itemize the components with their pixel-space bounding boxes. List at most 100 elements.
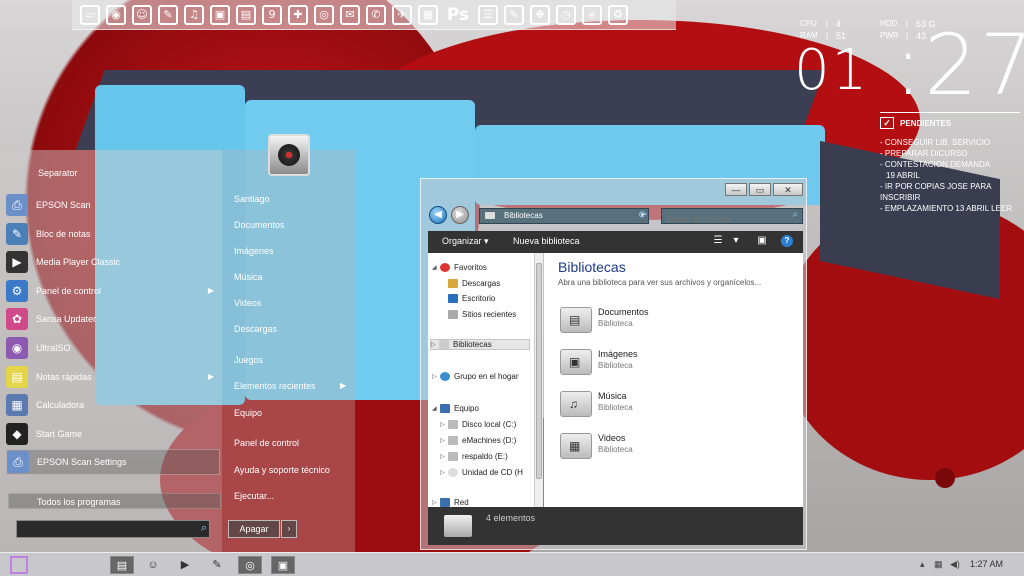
- help-icon[interactable]: ?: [781, 235, 793, 247]
- search-icon[interactable]: ⌕: [201, 522, 207, 535]
- wallpaper-red-dot: [524, 44, 544, 64]
- tray-clock[interactable]: 1:27 AM: [970, 559, 1003, 569]
- mail-icon[interactable]: ✉: [340, 4, 360, 25]
- start-link-panel-de-control[interactable]: Panel de control: [234, 438, 299, 448]
- page-title: Bibliotecas: [558, 259, 626, 275]
- disk-icon[interactable]: ◉: [106, 4, 126, 25]
- nav-disk-e[interactable]: ▷ respaldo (E:): [440, 452, 508, 461]
- sansa-icon: ✿: [6, 308, 28, 331]
- picture-icon[interactable]: ▣: [210, 4, 230, 25]
- phone-icon[interactable]: ✆: [366, 4, 386, 25]
- forward-arrow-icon[interactable]: ▶: [451, 206, 469, 224]
- play-icon[interactable]: ▶: [173, 556, 197, 574]
- start-link-imagenes[interactable]: Imágenes: [234, 246, 274, 256]
- start-link-ayuda-y-soporte-tecnico[interactable]: Ayuda y soporte técnico: [234, 465, 330, 475]
- nav-favorites[interactable]: ◢ Favoritos: [432, 263, 487, 272]
- program-ultraiso[interactable]: ◉ UltraISO: [6, 335, 220, 361]
- program-epson-scan-settings[interactable]: ⎙ EPSON Scan Settings: [6, 449, 220, 476]
- scanner-settings-icon: ⎙: [7, 451, 29, 474]
- start-link-videos[interactable]: Videos: [234, 298, 261, 308]
- user-card-icon[interactable]: ☺: [132, 4, 152, 25]
- photoshop-icon[interactable]: Ps: [444, 5, 472, 25]
- library-item-imagenes[interactable]: ▣ Imágenes Biblioteca: [560, 349, 638, 375]
- gamepad-icon[interactable]: ✥: [530, 4, 550, 25]
- library-item-videos[interactable]: ▦ Videos Biblioteca: [560, 433, 633, 459]
- nav-downloads[interactable]: Descargas: [448, 279, 500, 288]
- start-link-ejecutar[interactable]: Ejecutar...: [234, 491, 274, 501]
- digit-nine-icon[interactable]: 9: [262, 4, 282, 25]
- chrome-icon[interactable]: ◎: [238, 556, 262, 574]
- refresh-icon[interactable]: ⟳: [635, 208, 651, 224]
- program-start-game[interactable]: ◆ Start Game: [6, 421, 220, 447]
- program-calculadora[interactable]: ▦ Calculadora: [6, 392, 220, 418]
- chevron-down-icon[interactable]: ▾: [730, 235, 742, 247]
- computer-icon: [440, 404, 450, 413]
- network-tray-icon[interactable]: ▦: [934, 559, 943, 570]
- feather-icon[interactable]: ✎: [205, 556, 229, 574]
- program-bloc-de-notas[interactable]: ✎ Bloc de notas: [6, 221, 220, 247]
- recycle-bin-icon[interactable]: ♻: [608, 4, 628, 25]
- volume-icon[interactable]: ◀): [950, 559, 960, 570]
- text-doc-icon[interactable]: ☰: [478, 4, 498, 25]
- people-icon[interactable]: ☺: [141, 556, 165, 574]
- browser-icon[interactable]: ℯ: [582, 4, 602, 25]
- address-bar[interactable]: Bibliotecas ▾: [479, 208, 649, 224]
- chevron-up-icon[interactable]: ▴: [920, 559, 925, 570]
- lifebuoy-icon[interactable]: ◎: [314, 4, 334, 25]
- program-notas-r-pidas[interactable]: ▤ Notas rápidas ▶: [6, 364, 220, 390]
- scrollbar-thumb[interactable]: [536, 263, 542, 479]
- start-link-santiago[interactable]: Santiago: [234, 194, 270, 204]
- calculator-icon[interactable]: ▦: [418, 4, 438, 25]
- start-link-musica[interactable]: Música: [234, 272, 263, 282]
- start-link-descargas[interactable]: Descargas: [234, 324, 277, 334]
- program-panel-de-control[interactable]: ⚙ Panel de control ▶: [6, 278, 220, 304]
- folder-icon[interactable]: ▤: [110, 556, 134, 574]
- notes-icon[interactable]: ✎: [158, 4, 178, 25]
- view-options-icon[interactable]: ☰: [712, 235, 724, 247]
- nav-homegroup[interactable]: ▷ Grupo en el hogar: [432, 372, 519, 381]
- preview-pane-icon[interactable]: ▣: [756, 235, 768, 247]
- nav-disk-c[interactable]: ▷ Disco local (C:): [440, 420, 516, 429]
- document-icon[interactable]: ▤: [236, 4, 256, 25]
- minimize-button[interactable]: —: [725, 183, 747, 196]
- program-epson-scan[interactable]: ⎙ EPSON Scan: [6, 192, 220, 218]
- clock-icon[interactable]: ◷: [556, 4, 576, 25]
- laptop-icon[interactable]: ▭: [80, 4, 100, 25]
- nav-desktop[interactable]: Escritorio: [448, 294, 495, 303]
- vertical-scrollbar[interactable]: [534, 253, 543, 507]
- back-arrow-icon[interactable]: ◀: [429, 206, 447, 224]
- start-link-elementos-recientes[interactable]: Elementos recientes ▶: [234, 381, 346, 391]
- library-item-documentos[interactable]: ▤ Documentos Biblioteca: [560, 307, 649, 333]
- user-avatar[interactable]: [268, 134, 310, 176]
- program-sansa-updater[interactable]: ✿ Sansa Updater: [6, 306, 220, 332]
- start-link-juegos[interactable]: Juegos: [234, 355, 263, 365]
- close-button[interactable]: ✕: [773, 183, 803, 196]
- start-search-input[interactable]: [17, 523, 191, 539]
- nav-network[interactable]: ▷ Red: [432, 498, 469, 507]
- program-label: Sansa Updater: [36, 314, 97, 325]
- pencil-icon[interactable]: ✎: [504, 4, 524, 25]
- maximize-button[interactable]: ▭: [749, 183, 771, 196]
- nav-computer[interactable]: ◢ Equipo: [432, 404, 479, 413]
- nav-libraries[interactable]: ▷ Bibliotecas: [430, 339, 530, 350]
- search-icon[interactable]: ⌕: [792, 209, 798, 220]
- program-label: Bloc de notas: [36, 228, 91, 239]
- gift-icon[interactable]: ✚: [288, 4, 308, 25]
- start-link-equipo[interactable]: Equipo: [234, 408, 262, 418]
- new-library-button[interactable]: Nueva biblioteca: [513, 236, 580, 246]
- organize-button[interactable]: Organizar ▾: [442, 236, 489, 247]
- explorer-search-input[interactable]: [662, 212, 782, 227]
- music-icon[interactable]: ♫: [184, 4, 204, 25]
- shutdown-options-button[interactable]: ›: [281, 520, 297, 538]
- window-icon[interactable]: ▣: [271, 556, 295, 574]
- all-programs-button[interactable]: Todos los programas: [8, 493, 221, 509]
- shutdown-button[interactable]: Apagar: [228, 520, 280, 538]
- library-item-musica[interactable]: ♫ Música Biblioteca: [560, 391, 633, 417]
- nav-cd-drive[interactable]: ▷ Unidad de CD (H: [440, 468, 523, 477]
- bird-icon[interactable]: ✈: [392, 4, 412, 25]
- nav-disk-d[interactable]: ▷ eMachines (D:): [440, 436, 516, 445]
- start-button[interactable]: [10, 556, 28, 574]
- program-media-player-classic[interactable]: ▶ Media Player Classic: [6, 249, 220, 275]
- start-link-documentos[interactable]: Documentos: [234, 220, 285, 230]
- nav-recent-places[interactable]: Sitios recientes: [448, 310, 516, 319]
